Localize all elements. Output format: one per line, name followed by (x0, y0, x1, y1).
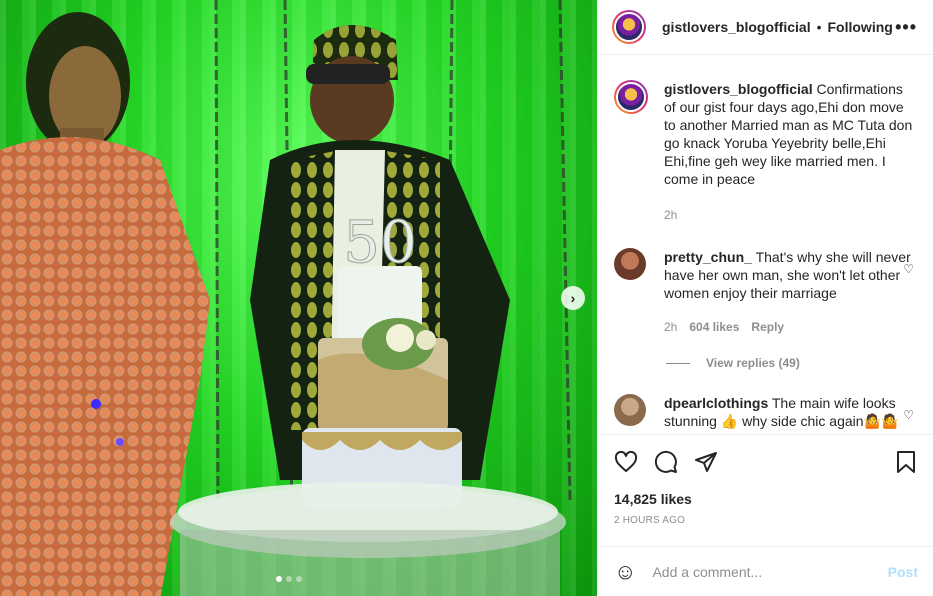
comment-username[interactable]: pretty_chun_ (664, 249, 752, 265)
post-sidebar: gistlovers_blogofficial • Following ••• … (597, 0, 933, 596)
comment-composer: ☺ Post (598, 546, 933, 596)
post-photo[interactable]: 50 › (0, 0, 597, 596)
comment-input[interactable] (652, 563, 888, 580)
emoji-icon[interactable]: ☺ (614, 559, 636, 585)
post-comment-button[interactable]: Post (888, 564, 918, 580)
post-caption: gistlovers_blogofficial Confirmations of… (614, 80, 918, 224)
replies-divider (666, 362, 690, 364)
carousel-dot (276, 576, 282, 582)
commenter-avatar[interactable] (614, 394, 646, 426)
author-avatar[interactable] (612, 10, 646, 44)
cake-topper-50: 50 (343, 208, 417, 276)
commenter-avatar[interactable] (614, 248, 646, 280)
view-replies-button[interactable]: View replies (49) (666, 356, 918, 370)
like-heart-icon[interactable] (614, 450, 638, 474)
header-separator: • (816, 19, 822, 35)
comment-like-icon[interactable]: ♡ (903, 408, 914, 422)
comment-username[interactable]: dpearlclothings (664, 395, 768, 411)
comments-section[interactable]: gistlovers_blogofficial Confirmations of… (598, 56, 933, 434)
save-bookmark-icon[interactable] (894, 450, 918, 474)
comment-likes[interactable]: 604 likes (689, 318, 739, 336)
comment-like-icon[interactable]: ♡ (903, 262, 914, 276)
reply-button[interactable]: Reply (751, 318, 784, 336)
next-photo-button[interactable]: › (561, 286, 585, 310)
chain-left (214, 0, 220, 501)
cake-stand (170, 482, 566, 596)
following-button[interactable]: Following (828, 19, 893, 35)
comment-age[interactable]: 2h (664, 318, 677, 336)
caption-username[interactable]: gistlovers_blogofficial (664, 81, 813, 97)
comment-item: dpearlclothings The main wife looks stun… (614, 394, 918, 430)
chevron-right-icon: › (570, 290, 576, 306)
post-timestamp[interactable]: 2 HOURS AGO (614, 515, 918, 526)
post-header: gistlovers_blogofficial • Following ••• (598, 0, 933, 55)
woman-figure (0, 12, 210, 596)
carousel-dot (296, 576, 302, 582)
caption-age[interactable]: 2h (664, 206, 677, 224)
post-actions: 14,825 likes 2 HOURS AGO (598, 434, 933, 526)
chain-right (558, 0, 572, 501)
like-count[interactable]: 14,825 likes (614, 491, 918, 507)
more-options-icon[interactable]: ••• (895, 17, 917, 38)
carousel-indicator (276, 576, 302, 582)
photo-scene: 50 (0, 0, 572, 596)
author-username[interactable]: gistlovers_blogofficial (662, 19, 811, 35)
caption-avatar[interactable] (614, 80, 648, 114)
view-replies-label: View replies (49) (706, 356, 800, 370)
share-paper-plane-icon[interactable] (694, 450, 718, 474)
comment-item: pretty_chun_ That's why she will never h… (614, 248, 918, 336)
carousel-dot (286, 576, 292, 582)
comment-bubble-icon[interactable] (654, 450, 678, 474)
